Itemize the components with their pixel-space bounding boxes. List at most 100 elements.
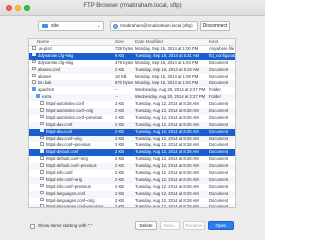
table-row[interactable]: ddynamite.cfg~bkg 479 bytes Monday, Sep 15… <box>29 59 235 67</box>
cell-name: httpd-autoindex.conf~orig <box>46 108 94 114</box>
cell-name: httpd-default.conf~orig <box>46 156 88 162</box>
cell-name: httpd-autoindex.conf <box>46 101 84 107</box>
file-icon <box>32 46 36 50</box>
cell-size: 2 KB <box>115 183 125 189</box>
file-list[interactable]: Name Size Date Modified Kind .ai-prez 728… <box>28 38 236 208</box>
globe-icon <box>113 23 118 29</box>
cell-date: Monday, Sep 15, 2014 at 1:00 PM <box>135 46 199 51</box>
table-row[interactable]: aliases.conf 2 KB Tuesday, Sep 16, 2014 at… <box>29 66 235 74</box>
cell-name: httpd-dav.conf <box>46 128 73 134</box>
table-row[interactable]: .ai-prez 728 bytes Monday, Sep 15, 2014 at… <box>29 46 235 53</box>
file-icon <box>40 121 44 126</box>
cell-name: httpd-info.conf <box>46 170 73 176</box>
cell-date: Tuesday, Aug 12, 2014 at 8:28 AM <box>135 156 199 162</box>
cell-size: 2 KB <box>115 170 125 176</box>
delete-button[interactable]: Delete <box>135 221 157 230</box>
table-row[interactable]: httpd-languages.conf 2 KB Tuesday, Aug 12,… <box>29 190 235 198</box>
column-header-size[interactable]: Size <box>115 39 124 45</box>
cell-name: httpd-dav.conf <box>46 121 73 127</box>
cell-kind: Document <box>209 190 229 196</box>
cell-name: httpd-dav.conf~orig <box>46 135 82 141</box>
cell-kind: Document <box>209 149 229 155</box>
file-icon <box>40 156 44 160</box>
table-row[interactable]: extra -- Wednesday, Aug 20, 2014 at 2:27 P… <box>29 94 235 102</box>
table-row[interactable]: httpd-info.conf~orig 2 KB Tuesday, Aug 12,… <box>29 176 235 184</box>
cell-kind: Anywhere file <box>209 46 235 51</box>
cell-date: Tuesday, Aug 12, 2014 at 8:28 AM <box>135 163 199 169</box>
cell-name: ddynamite.cfg~bkg <box>38 52 74 58</box>
table-row[interactable]: httpd-languages.conf~previous 2 KB Tuesday… <box>29 204 235 208</box>
cell-name: httpd-languages.conf~orig <box>46 197 95 203</box>
cell-size: 2 KB <box>115 66 125 72</box>
cell-date: Tuesday, Aug 12, 2014 at 8:28 AM <box>135 190 199 196</box>
cell-date: Tuesday, Sep 16, 2014 at 5:32 AM <box>135 66 200 72</box>
cell-size: 2 KB <box>115 121 125 127</box>
title-bar: FTP Browser (rmabraham.local, sftp) <box>0 0 265 16</box>
cell-name: httpd-languages.conf <box>46 190 86 196</box>
table-row[interactable]: httpd-default.conf~previous 2 KB Tuesday, … <box>29 163 235 171</box>
cell-name: bin.bak <box>38 80 52 86</box>
footer: Show items starting with "." Delete New.… <box>0 210 265 240</box>
window-title: FTP Browser (rmabraham.local, sftp) <box>83 3 182 9</box>
table-row[interactable]: httpd-dav.conf 2 KB Tuesday, Aug 12, 2014 … <box>29 128 235 136</box>
cell-kind: Document <box>209 135 229 141</box>
cell-name: aliases.conf <box>38 66 61 72</box>
show-hidden-checkbox[interactable] <box>30 224 35 229</box>
table-row[interactable]: httpd-autoindex.conf 2 KB Tuesday, Aug 12,… <box>29 101 235 108</box>
column-header-date[interactable]: Date Modified <box>135 39 163 45</box>
table-row[interactable]: httpd-dav.conf~previous 2 KB Tuesday, Aug … <box>29 142 235 149</box>
table-row[interactable]: httpd-dav.conf 2 KB Tuesday, Aug 12, 2014 … <box>29 121 235 129</box>
column-header-name[interactable]: Name <box>37 39 49 45</box>
file-icon <box>40 176 44 181</box>
path-select[interactable]: site ⌄ <box>38 21 104 31</box>
table-row[interactable]: bin.bak 870 bytes Monday, Sep 15, 2014 at … <box>29 80 235 88</box>
table-row[interactable]: ddynamite.cfg~bkg 6 KB Tuesday, Sep 16, 20… <box>29 52 235 60</box>
open-button[interactable]: Open <box>208 221 234 230</box>
cell-size: 2 KB <box>115 135 125 141</box>
file-icon <box>40 190 44 195</box>
cell-kind: Document <box>209 183 229 189</box>
cell-size: 2 KB <box>115 176 125 182</box>
cell-size: 18 KB <box>115 73 127 79</box>
table-row[interactable]: httpd-autoindex.conf~orig 2 KB Tuesday, Au… <box>29 108 235 115</box>
server-field[interactable]: rmabraham@rmabraham.local (sftp) <box>110 21 198 31</box>
table-row[interactable]: httpd-default.conf 2 KB Tuesday, Aug 12, 2… <box>29 149 235 157</box>
file-icon <box>40 135 44 140</box>
table-row[interactable]: httpd-info.conf 2 KB Tuesday, Aug 12, 2014… <box>29 170 235 177</box>
file-icon <box>40 114 44 119</box>
table-row[interactable]: httpd-info.conf~previous 2 KB Tuesday, Aug… <box>29 183 235 191</box>
cell-name: apache2 <box>38 87 55 93</box>
cell-size: 6 KB <box>115 52 125 58</box>
cell-kind: Document <box>209 204 229 208</box>
table-row[interactable]: apache2 -- Wednesday, Aug 20, 2014 at 2:27… <box>29 87 235 94</box>
ftp-browser-window: FTP Browser (rmabraham.local, sftp) site… <box>0 0 265 240</box>
cell-kind: ftd_configuration <box>209 52 235 58</box>
rename-button[interactable]: Rename <box>183 221 205 230</box>
cell-date: Monday, Sep 15, 2014 at 1:06 PM <box>135 73 199 79</box>
table-row[interactable]: httpd-dav.conf~orig 2 KB Tuesday, Aug 12, … <box>29 135 235 143</box>
cell-kind: Document <box>209 73 229 79</box>
cell-name: extra <box>42 94 52 100</box>
cell-kind: Document <box>209 80 229 86</box>
file-icon <box>40 170 44 174</box>
cell-kind: Document <box>209 197 229 203</box>
cell-size: 479 bytes <box>115 59 133 65</box>
cell-kind: Document <box>209 170 229 176</box>
table-row[interactable]: aliases 18 KB Monday, Sep 15, 2014 at 1:06… <box>29 73 235 81</box>
table-row[interactable]: httpd-default.conf~orig 2 KB Tuesday, Aug … <box>29 156 235 163</box>
cell-name: httpd-default.conf <box>46 149 79 155</box>
disconnect-button[interactable]: Disconnect <box>200 21 230 31</box>
cell-size: 2 KB <box>115 156 125 162</box>
cell-size: 2 KB <box>115 128 125 134</box>
column-header-kind[interactable]: Kind <box>209 39 218 45</box>
cell-name: ddynamite.cfg~bkg <box>38 59 74 65</box>
new-button[interactable]: New... <box>160 221 180 230</box>
file-list-rows: .ai-prez 728 bytes Monday, Sep 15, 2014 at… <box>29 46 235 208</box>
file-icon <box>32 73 36 78</box>
table-row[interactable]: httpd-autoindex.conf~previous 2 KB Tuesday… <box>29 114 235 122</box>
table-row[interactable]: httpd-languages.conf~orig 2 KB Tuesday, Au… <box>29 197 235 205</box>
cell-date: Tuesday, Aug 12, 2014 at 8:28 AM <box>135 142 199 148</box>
cell-kind: Folder <box>209 87 221 93</box>
cell-kind: Document <box>209 108 229 114</box>
cell-name: aliases <box>38 73 52 79</box>
